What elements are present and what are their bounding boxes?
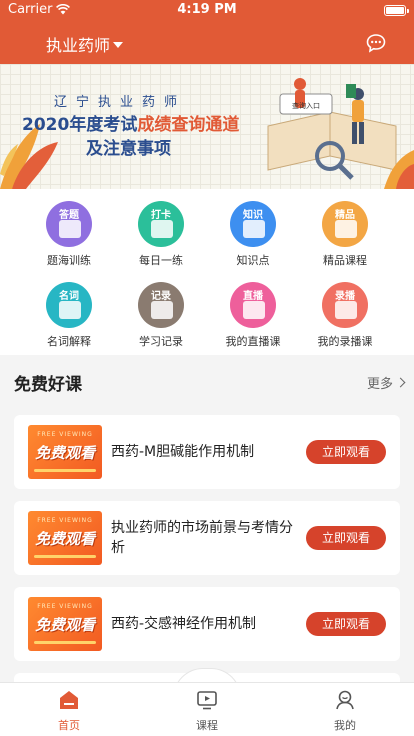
tab-bar: 首页 课程 我的	[0, 682, 414, 736]
banner-line1: 辽宁执业药师	[54, 95, 187, 110]
grid-tag: 答题	[59, 210, 79, 221]
tab-label: 我的	[334, 719, 356, 732]
more-label: 更多	[366, 377, 393, 392]
grid-tag: 记录	[151, 291, 171, 302]
watch-now-button[interactable]: 立即观看	[306, 440, 386, 464]
exam-type-selector[interactable]: 执业药师	[46, 32, 124, 56]
home-icon	[60, 691, 78, 709]
grid-label: 学习记录	[139, 335, 183, 348]
battery-icon	[384, 5, 409, 16]
quiz-icon: 答题	[46, 201, 92, 247]
tab-courses[interactable]: 课程	[138, 683, 276, 736]
course-icon	[197, 691, 217, 710]
grid-item-recorded[interactable]: 录播 我的录播课	[305, 273, 385, 348]
chevron-right-icon	[395, 377, 406, 388]
grid-label: 精品课程	[323, 254, 367, 267]
grid-label: 名词解释	[47, 335, 91, 348]
course-thumbnail: FREE VIEWING 免费观看	[28, 597, 102, 651]
grid-item-history[interactable]: 记录 学习记录	[121, 273, 201, 348]
glossary-icon: 名词	[46, 282, 92, 328]
watch-now-button[interactable]: 立即观看	[306, 526, 386, 550]
header: Carrier 4:19 PM 执业药师	[0, 0, 414, 64]
feature-grid: 答题 题海训练 打卡 每日一练 知识 知识点 精品 精品课程 名词 名词解释 记…	[0, 189, 414, 355]
thumb-main-text: 免费观看	[34, 444, 95, 462]
course-title: 执业药师的市场前景与考情分析	[111, 520, 293, 556]
grid-tag: 打卡	[151, 210, 171, 221]
grid-label: 题海训练	[47, 254, 91, 267]
grid-tag: 直播	[243, 291, 263, 302]
thumb-top-text: FREE VIEWING	[37, 517, 93, 524]
status-bar: Carrier 4:19 PM	[0, 0, 414, 20]
grid-tag: 精品	[335, 210, 355, 221]
live-tv-icon: 直播	[230, 282, 276, 328]
grid-item-knowledge[interactable]: 知识 知识点	[213, 192, 293, 267]
course-card[interactable]: FREE VIEWING 免费观看 西药-交感神经作用机制 立即观看	[14, 587, 400, 661]
banner-line2-prefix: 2020年度考试	[22, 115, 138, 135]
recorded-video-icon: 录播	[322, 282, 368, 328]
grid-tag: 知识	[243, 210, 263, 221]
chat-bubble-icon[interactable]	[366, 33, 386, 53]
board-text: 查询入口	[292, 101, 320, 110]
watch-now-button[interactable]: 立即观看	[306, 612, 386, 636]
banner-line3: 及注意事项	[86, 139, 171, 159]
course-card[interactable]: FREE VIEWING 免费观看 西药-M胆碱能作用机制 立即观看	[14, 415, 400, 489]
tab-label: 首页	[58, 719, 80, 732]
history-icon: 记录	[138, 282, 184, 328]
thumb-top-text: FREE VIEWING	[37, 603, 93, 610]
banner-line2-highlight: 成绩查询通道	[137, 115, 240, 135]
grid-label: 知识点	[236, 254, 270, 267]
tab-profile[interactable]: 我的	[276, 683, 414, 736]
grid-item-premium[interactable]: 精品 精品课程	[305, 192, 385, 267]
banner-line2: 2020年度考试成绩查询通道	[22, 110, 239, 135]
thumb-main-text: 免费观看	[34, 616, 95, 634]
status-time: 4:19 PM	[177, 2, 237, 17]
course-title: 西药-M胆碱能作用机制	[111, 444, 255, 460]
course-card[interactable]: FREE VIEWING 免费观看 执业药师的市场前景与考情分析 立即观看	[14, 501, 400, 575]
more-link[interactable]: 更多	[366, 373, 406, 392]
grid-item-live[interactable]: 直播 我的直播课	[213, 273, 293, 348]
premium-icon: 精品	[322, 201, 368, 247]
grid-label: 每日一练	[139, 254, 183, 267]
nav-title-label: 执业药师	[46, 36, 111, 55]
caret-down-icon	[113, 42, 124, 48]
section-title: 免费好课	[14, 375, 82, 395]
grid-label: 我的直播课	[225, 335, 281, 348]
grid-item-practice[interactable]: 答题 题海训练	[29, 192, 109, 267]
thumb-main-text: 免费观看	[34, 530, 95, 548]
banner[interactable]: 查询入口 辽宁执业药师 2020年度考试成绩查询通道 及注意事项	[0, 64, 414, 189]
grid-tag: 名词	[59, 291, 79, 302]
course-thumbnail: FREE VIEWING 免费观看	[28, 425, 102, 479]
course-title: 西药-交感神经作用机制	[111, 616, 257, 632]
grid-tag: 录播	[335, 291, 355, 302]
grid-item-glossary[interactable]: 名词 名词解释	[29, 273, 109, 348]
grid-label: 我的录播课	[317, 335, 373, 348]
calendar-check-icon: 打卡	[138, 201, 184, 247]
tab-home[interactable]: 首页	[0, 683, 138, 736]
profile-icon	[336, 690, 354, 710]
tab-label: 课程	[196, 719, 218, 732]
course-thumbnail: FREE VIEWING 免费观看	[28, 511, 102, 565]
thumb-top-text: FREE VIEWING	[37, 431, 93, 438]
knowledge-icon: 知识	[230, 201, 276, 247]
grid-item-daily[interactable]: 打卡 每日一练	[121, 192, 201, 267]
